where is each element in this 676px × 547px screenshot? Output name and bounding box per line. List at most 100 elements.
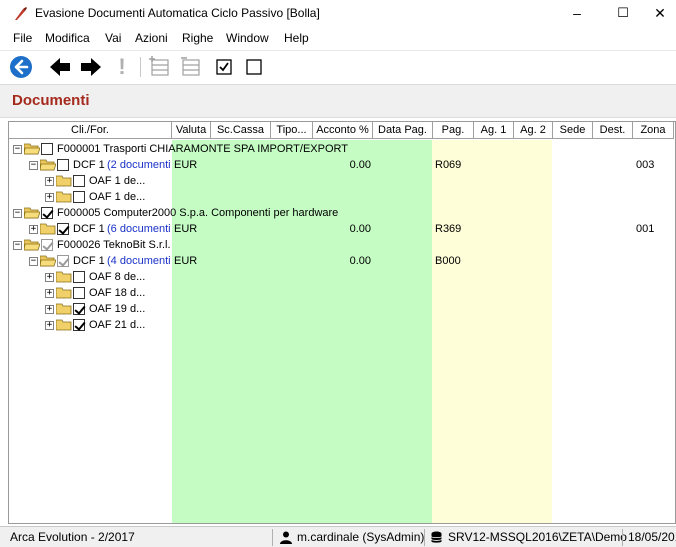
status-bar: Arca Evolution - 2/2017 m.cardinale (Sys… [0, 526, 676, 547]
tree-row[interactable]: − F000005 Computer2000 S.p.a. Componenti … [9, 205, 669, 221]
tree-row[interactable]: + DCF 1 (6 documenti EUR 0.00 R369 001 [9, 221, 669, 237]
col-header-ag2[interactable]: Ag. 2 [514, 122, 553, 139]
cell-acconto: 0.00 [349, 159, 371, 171]
collapse-icon[interactable]: − [13, 209, 22, 218]
database-icon [431, 531, 442, 543]
folder-icon [56, 191, 72, 203]
col-header-sc-cassa[interactable]: Sc.Cassa [211, 122, 271, 139]
section-header: Documenti [0, 84, 676, 118]
app-icon [15, 7, 27, 20]
row-label: F000001 Trasporti CHIARAMONTE SPA IMPORT… [57, 143, 348, 155]
arrow-right-icon[interactable] [79, 55, 103, 79]
folder-icon [40, 255, 56, 267]
tree-row[interactable]: + OAF 21 d... [9, 317, 669, 333]
col-header-clifor[interactable]: Cli./For. [9, 122, 172, 139]
maximize-button[interactable]: ☐ [600, 2, 646, 26]
checkbox-checked[interactable] [57, 223, 69, 235]
folder-icon [56, 303, 72, 315]
collapse-icon[interactable]: − [13, 241, 22, 250]
checkbox-unchecked[interactable] [41, 143, 53, 155]
row-label: OAF 8 de... [89, 271, 146, 283]
folder-icon [40, 223, 56, 235]
menu-window[interactable]: Window [226, 31, 269, 45]
close-button[interactable]: ✕ [644, 2, 676, 26]
expand-icon[interactable]: + [45, 321, 54, 330]
tree-row[interactable]: + OAF 8 de... [9, 269, 669, 285]
folder-icon [24, 143, 40, 155]
cell-pag: R369 [435, 223, 462, 235]
status-date: 18/05/201 [628, 530, 676, 544]
collapse-icon[interactable]: − [29, 161, 38, 170]
checkbox-checked[interactable] [73, 319, 85, 331]
toolbar: ! [0, 50, 676, 82]
col-header-pag[interactable]: Pag. [433, 122, 474, 139]
row-label: OAF 18 d... [89, 287, 146, 299]
document-count-link[interactable]: (2 documenti [107, 157, 172, 173]
checkbox-unchecked[interactable] [73, 175, 85, 187]
folder-icon [56, 175, 72, 187]
documents-tree-grid[interactable]: Cli./For. Valuta Sc.Cassa Tipo... Accont… [8, 121, 676, 524]
collapse-icon[interactable]: − [13, 145, 22, 154]
col-header-sede[interactable]: Sede [553, 122, 593, 139]
checkbox-unchecked[interactable] [73, 287, 85, 299]
expand-icon[interactable]: + [45, 289, 54, 298]
tree-row[interactable]: − DCF 1 (4 documenti EUR 0.00 B000 [9, 253, 669, 269]
checkbox-checked[interactable] [41, 239, 53, 251]
checkbox-unchecked[interactable] [57, 159, 69, 171]
col-header-acconto[interactable]: Acconto % [313, 122, 373, 139]
remove-rows-icon[interactable] [179, 55, 203, 79]
folder-icon [56, 319, 72, 331]
menu-vai[interactable]: Vai [105, 31, 121, 45]
cell-acconto: 0.00 [349, 223, 371, 235]
col-header-data-pag[interactable]: Data Pag. [373, 122, 433, 139]
checkbox-checked[interactable] [73, 303, 85, 315]
checkbox-checked[interactable] [41, 207, 53, 219]
tree-row[interactable]: + OAF 1 de... [9, 173, 669, 189]
folder-icon [24, 207, 40, 219]
tree-row[interactable]: + OAF 19 d... [9, 301, 669, 317]
document-count-link[interactable]: (6 documenti [107, 221, 172, 237]
col-header-valuta[interactable]: Valuta [172, 122, 211, 139]
menu-azioni[interactable]: Azioni [135, 31, 168, 45]
col-header-ag1[interactable]: Ag. 1 [474, 122, 514, 139]
checkbox-unchecked[interactable] [73, 191, 85, 203]
cell-acconto: 0.00 [349, 255, 371, 267]
row-label: DCF 1 [73, 255, 105, 267]
row-label: F000005 Computer2000 S.p.a. Componenti p… [57, 207, 339, 219]
toolbar-separator [140, 57, 141, 77]
collapse-icon[interactable]: − [29, 257, 38, 266]
tree-row[interactable]: + OAF 18 d... [9, 285, 669, 301]
add-rows-icon[interactable] [148, 55, 172, 79]
cell-pag: R069 [435, 159, 462, 171]
expand-icon[interactable]: + [45, 273, 54, 282]
section-title: Documenti [12, 92, 90, 109]
expand-icon[interactable]: + [45, 305, 54, 314]
tree-row[interactable]: − F000026 TeknoBit S.r.l. [9, 237, 669, 253]
expand-icon[interactable]: + [45, 193, 54, 202]
col-header-zona[interactable]: Zona [633, 122, 674, 139]
menu-modifica[interactable]: Modifica [45, 31, 90, 45]
expand-icon[interactable]: + [29, 225, 38, 234]
menu-help[interactable]: Help [284, 31, 309, 45]
checkbox-checked[interactable] [57, 255, 69, 267]
menu-file[interactable]: File [13, 31, 32, 45]
tree-row[interactable]: + OAF 1 de... [9, 189, 669, 205]
checkbox-checked-icon[interactable] [212, 55, 236, 79]
arrow-left-icon[interactable] [48, 55, 72, 79]
row-label: DCF 1 [73, 159, 105, 171]
tree-row[interactable]: − F000001 Trasporti CHIARAMONTE SPA IMPOR… [9, 141, 669, 157]
col-header-dest[interactable]: Dest. [593, 122, 633, 139]
checkbox-unchecked[interactable] [73, 271, 85, 283]
menu-righe[interactable]: Righe [182, 31, 213, 45]
back-circle-icon[interactable] [9, 55, 33, 79]
cell-valuta: EUR [174, 159, 198, 171]
exclamation-icon[interactable]: ! [110, 55, 134, 79]
status-server: SRV12-MSSQL2016\ZETA\Demo [448, 530, 627, 544]
minimize-button[interactable]: – [554, 2, 600, 26]
row-label: OAF 1 de... [89, 191, 146, 203]
col-header-tipo[interactable]: Tipo... [271, 122, 313, 139]
tree-row[interactable]: − DCF 1 (2 documenti EUR 0.00 R069 003 [9, 157, 669, 173]
document-count-link[interactable]: (4 documenti [107, 253, 172, 269]
checkbox-empty-icon[interactable] [242, 55, 266, 79]
expand-icon[interactable]: + [45, 177, 54, 186]
